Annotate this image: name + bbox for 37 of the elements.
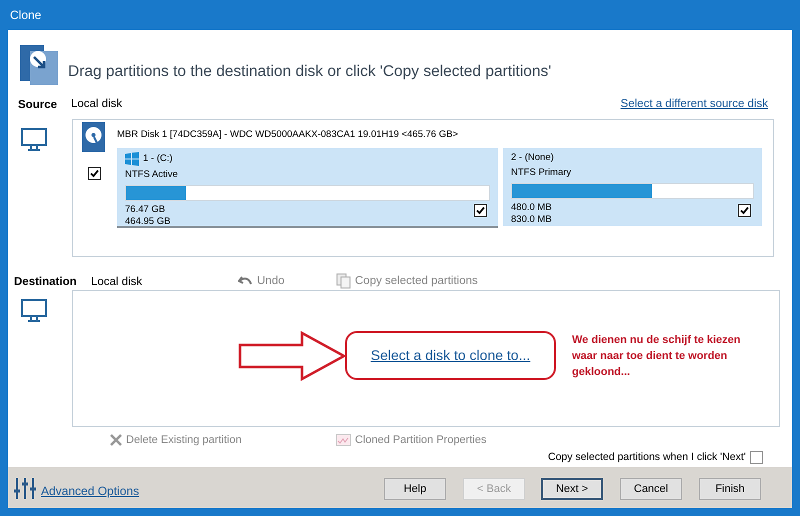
file-system-label: NTFS Active: [125, 169, 179, 181]
option-label: Copy selected partitions when I click 'Next': [548, 450, 746, 465]
used-size: 76.47 GB: [125, 204, 166, 216]
delete-icon: [110, 432, 122, 448]
source-disk-link[interactable]: Select a different source disk: [620, 96, 768, 114]
properties-icon: [336, 432, 351, 448]
partition-checkbox[interactable]: [738, 204, 751, 217]
heading: Drag partitions to the destination disk or click 'Copy selected partitions': [68, 62, 552, 82]
used-size: 480.0 MB: [511, 202, 552, 214]
clone-disk-icon: [20, 43, 58, 85]
disk-type-label: Local disk: [91, 275, 142, 290]
partition-checkbox[interactable]: [474, 204, 487, 217]
dialog-button[interactable]: Help: [384, 478, 446, 500]
dialog-button[interactable]: Finish: [699, 478, 761, 500]
partition-tile[interactable]: 2 - (None) NTFS Primary 480.0 MB 830.0 MB: [503, 148, 762, 228]
dialog-button[interactable]: Next >: [541, 478, 603, 500]
dialog-button[interactable]: Cancel: [620, 478, 682, 500]
total-size: 830.0 MB: [511, 214, 552, 226]
computer-icon: [20, 298, 48, 324]
disk-title: MBR Disk 1 [74DC359A] - WDC WD5000AAKX-083CA1 19.01H19 <465.76 GB>: [117, 128, 458, 142]
disk-type-label: Local disk: [71, 97, 122, 112]
section-label: Destination: [13, 275, 77, 290]
annotation-text: We dienen nu de schijf te kiezen waar naar toe dient te worden gekloond...: [572, 333, 741, 380]
copy-on-next-checkbox[interactable]: [750, 451, 763, 464]
computer-icon: [20, 127, 48, 153]
advanced-options-link[interactable]: Advanced Options: [41, 482, 140, 500]
window-title: Clone: [9, 7, 42, 24]
partition-name: 1 - (C:): [143, 153, 173, 165]
total-size: 464.95 GB: [125, 216, 170, 228]
partition-tile[interactable]: 1 - (C:) NTFS Active 76.47 GB 464.95 GB: [117, 148, 498, 228]
section-label: Source: [17, 98, 58, 113]
disk-checkbox[interactable]: [88, 167, 101, 180]
sliders-icon: [14, 478, 37, 499]
windows-logo-icon: [125, 152, 139, 166]
file-system-label: NTFS Primary: [511, 167, 572, 179]
partition-name: 2 - (None): [511, 152, 554, 164]
select-disk-link[interactable]: Select a disk to clone to...: [370, 345, 530, 366]
